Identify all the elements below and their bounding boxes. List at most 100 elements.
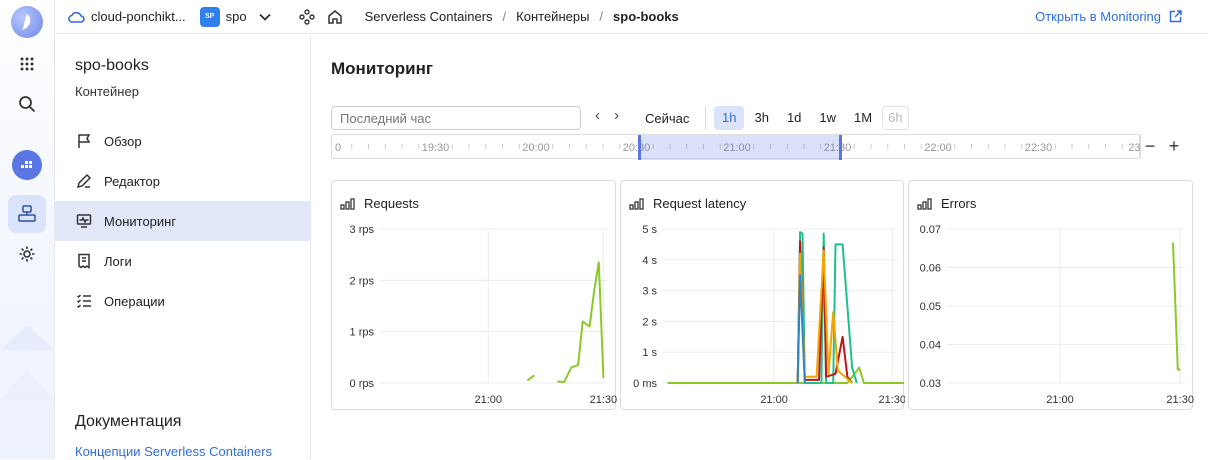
series-line	[667, 366, 905, 384]
chart-plot: 3 rps 2 rps 1 rps 0 rps 21:00 21:30	[350, 224, 617, 406]
y-tick-label: 0 ms	[633, 378, 657, 390]
sidebar-item-monitoring[interactable]: Мониторинг	[55, 201, 311, 241]
timeline-tick-label: 19:30	[422, 142, 450, 154]
chevron-right-icon[interactable]: ›	[614, 107, 619, 124]
chevron-left-icon[interactable]: ‹	[595, 107, 600, 124]
y-tick-label: 2 rps	[350, 275, 375, 287]
open-monitoring-link[interactable]: Открыть в Monitoring	[1035, 9, 1182, 24]
y-tick-label: 2 s	[642, 316, 657, 328]
sidebar-item-label: Редактор	[104, 173, 160, 189]
divider	[705, 106, 706, 130]
x-tick-label: 21:00	[1046, 394, 1074, 406]
services-icon[interactable]	[298, 8, 315, 25]
chart-requests[interactable]: Requests 3 rps 2 rps 1 rps 0 rps 21:00 21:30	[331, 180, 617, 410]
decorative-pattern	[0, 325, 55, 460]
settings-gear-icon[interactable]	[8, 235, 46, 273]
timeline-ruler: 019:3020:0020:3021:0021:3022:0022:3023:0	[335, 135, 1150, 160]
resource-subtitle: Контейнер	[75, 84, 139, 99]
y-tick-label: 4 s	[642, 255, 657, 267]
chart-errors[interactable]: Errors 0.07 0.06 0.05 0.04 0.03 21:00 21:30	[908, 180, 1194, 410]
y-tick-label: 0.05	[920, 301, 941, 313]
zoom-out-icon[interactable]: −	[1142, 134, 1158, 159]
preset-6h: 6h	[882, 106, 909, 130]
x-tick-label: 21:30	[1166, 394, 1194, 406]
preset-3h[interactable]: 3h	[746, 106, 776, 130]
monitor-icon	[76, 214, 92, 228]
breadcrumb-containers[interactable]: Контейнеры	[516, 9, 589, 24]
now-button[interactable]: Сейчас	[645, 111, 689, 126]
preset-1h[interactable]: 1h	[714, 106, 745, 130]
documentation-title: Документация	[75, 413, 182, 430]
operations-icon	[76, 294, 91, 309]
x-tick-label: 21:30	[590, 394, 617, 406]
serverless-service-icon[interactable]	[8, 146, 46, 184]
timeline-tick-label: 22:30	[1025, 142, 1053, 154]
chevron-down-icon[interactable]	[259, 9, 271, 24]
resource-title: spo-books	[75, 57, 149, 74]
breadcrumb-separator: /	[502, 9, 507, 24]
timeline-slider[interactable]: 019:3020:0020:3021:0021:3022:0022:3023:0	[331, 134, 1150, 160]
main-content: Мониторинг ‹ › Сейчас 1h 3h 1d 1w 1M 6h …	[312, 35, 1208, 459]
folder-selector[interactable]: spo	[226, 9, 247, 24]
sidebar-item-editor[interactable]: Редактор	[55, 161, 311, 201]
edit-icon	[76, 173, 92, 189]
series-line	[526, 374, 535, 382]
external-link-icon	[1169, 10, 1182, 23]
y-tick-label: 1 rps	[350, 327, 375, 339]
time-range-input[interactable]	[331, 106, 581, 130]
open-monitoring-label: Открыть в Monitoring	[1035, 9, 1161, 24]
timeline-tick-label: 20:00	[522, 142, 550, 154]
chart-plot: 0.07 0.06 0.05 0.04 0.03 21:00 21:30	[920, 224, 1194, 406]
logs-icon	[78, 253, 90, 269]
breadcrumb-current: spo-books	[613, 9, 679, 24]
x-tick-label: 21:00	[760, 394, 788, 406]
timeline-zoom: − +	[1142, 134, 1182, 159]
cloud-selector[interactable]: cloud-ponchikt...	[67, 9, 186, 24]
sidebar-item-label: Обзор	[104, 133, 142, 149]
x-tick-label: 21:30	[879, 394, 905, 406]
containers-icon[interactable]	[8, 195, 46, 233]
search-icon[interactable]	[8, 85, 46, 123]
time-nav: ‹ ›	[595, 107, 619, 124]
left-rail	[0, 0, 55, 460]
sidebar-item-label: Логи	[104, 253, 132, 269]
folder-badge: SP	[199, 6, 220, 27]
y-tick-label: 0.07	[920, 224, 941, 236]
y-tick-label: 0 rps	[350, 378, 375, 390]
apps-grid-icon[interactable]	[8, 45, 46, 83]
breadcrumb: Serverless Containers / Контейнеры / spo…	[353, 9, 689, 24]
y-tick-label: 1 s	[642, 347, 657, 359]
y-tick-label: 3 s	[642, 286, 657, 298]
timeline-selection	[639, 135, 841, 160]
home-icon[interactable]	[327, 9, 343, 25]
cloud-name: cloud-ponchikt...	[91, 9, 186, 24]
page-title: Мониторинг	[331, 59, 433, 78]
time-presets: 1h 3h 1d 1w 1M 6h	[714, 106, 909, 130]
preset-1d[interactable]: 1d	[779, 106, 809, 130]
sidebar-item-operations[interactable]: Операции	[55, 281, 311, 321]
sidebar-nav: Обзор Редактор Мониторинг Логи Операции	[55, 121, 311, 321]
preset-1w[interactable]: 1w	[811, 106, 844, 130]
divider	[1140, 134, 1141, 159]
timeline-handle-right	[839, 135, 842, 160]
sidebar-item-label: Операции	[104, 293, 165, 309]
timeline-tick-label: 22:00	[924, 142, 952, 154]
preset-1M[interactable]: 1M	[846, 106, 880, 130]
y-tick-label: 5 s	[642, 224, 657, 236]
timeline-handle-left	[638, 135, 641, 160]
breadcrumb-serverless[interactable]: Serverless Containers	[365, 9, 493, 24]
timeline-tick-label: 0	[335, 142, 341, 154]
x-tick-label: 21:00	[474, 394, 502, 406]
documentation-link[interactable]: Концепции Serverless Containers	[75, 444, 272, 459]
flag-icon	[78, 134, 91, 148]
zoom-in-icon[interactable]: +	[1166, 134, 1182, 159]
sidebar-item-logs[interactable]: Логи	[55, 241, 311, 281]
y-tick-label: 3 rps	[350, 224, 375, 236]
sidebar: spo-books Контейнер Обзор Редактор Монит…	[55, 35, 311, 459]
y-tick-label: 0.03	[920, 378, 941, 390]
breadcrumb-separator: /	[599, 9, 604, 24]
chart-plot: 5 s 4 s 3 s 2 s 1 s 0 ms 21:00 21:30	[633, 224, 905, 406]
sidebar-item-overview[interactable]: Обзор	[55, 121, 311, 161]
chart-request-latency[interactable]: Request latency 5 s4 s3 s2 s1 s0 ms 21:00…	[620, 180, 905, 410]
cloud-logo-icon[interactable]	[11, 6, 43, 38]
